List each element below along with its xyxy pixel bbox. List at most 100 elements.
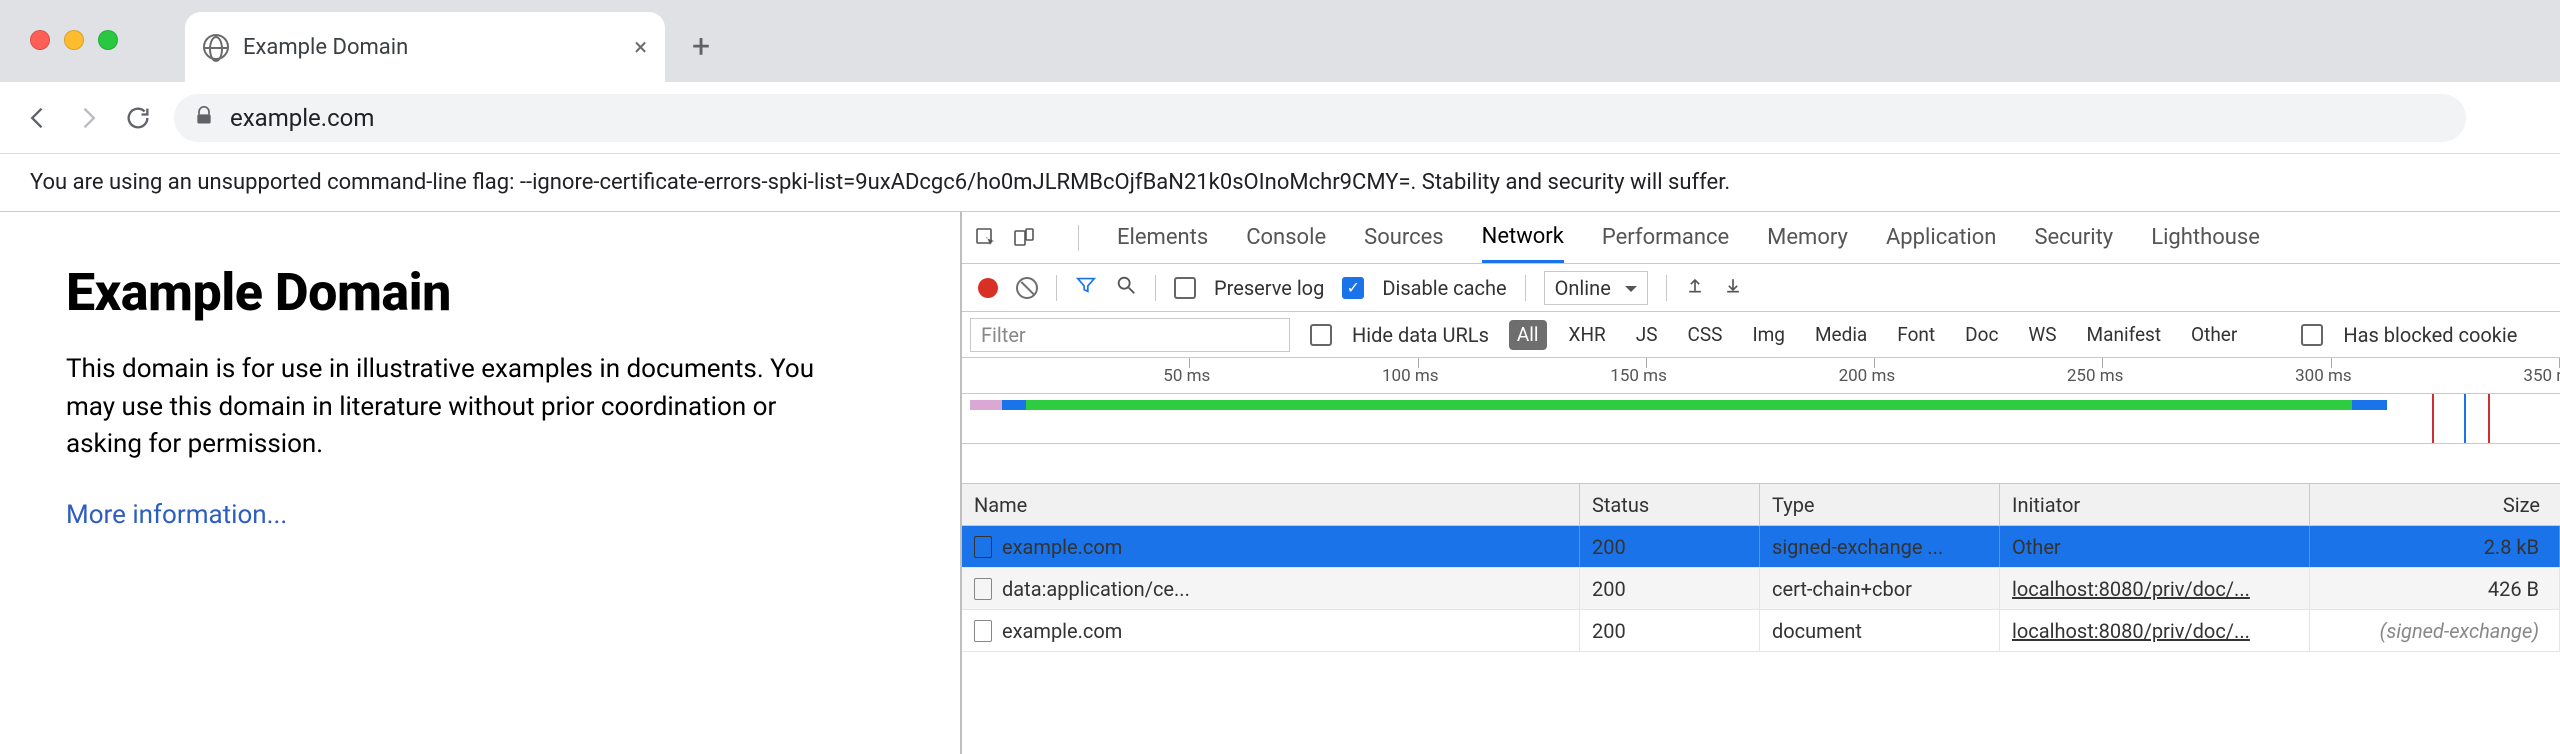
throttling-value: Online: [1555, 276, 1611, 300]
filter-icon[interactable]: [1075, 274, 1097, 301]
divider: [1525, 275, 1526, 301]
clear-button[interactable]: [1016, 277, 1038, 299]
tab-strip: Example Domain × +: [0, 0, 2560, 82]
hide-data-urls-label: Hide data URLs: [1352, 323, 1489, 347]
filter-type-other[interactable]: Other: [2183, 320, 2245, 350]
timeline-tick: 100 ms: [1190, 358, 1418, 393]
request-row[interactable]: data:application/ce...200cert-chain+cbor…: [962, 568, 2560, 610]
filter-placeholder: Filter: [981, 323, 1026, 347]
cell-initiator: localhost:8080/priv/doc/...: [2000, 610, 2310, 651]
import-har-icon[interactable]: [1685, 275, 1705, 300]
filter-type-manifest[interactable]: Manifest: [2079, 320, 2170, 350]
devtools-tab-lighthouse[interactable]: Lighthouse: [2151, 212, 2260, 263]
inspect-element-icon[interactable]: [972, 224, 1000, 252]
column-type[interactable]: Type: [1760, 484, 2000, 525]
filter-type-all[interactable]: All: [1509, 320, 1547, 350]
maximize-window-button[interactable]: [98, 30, 118, 50]
search-icon[interactable]: [1115, 274, 1137, 301]
timeline-tick: 150 ms: [1419, 358, 1647, 393]
disable-cache-checkbox[interactable]: [1342, 277, 1364, 299]
warning-text: You are using an unsupported command-lin…: [30, 170, 1730, 195]
devtools-tab-application[interactable]: Application: [1886, 212, 1996, 263]
divider: [1155, 275, 1156, 301]
cell-initiator: Other: [2000, 526, 2310, 567]
network-toolbar: Preserve log Disable cache Online: [962, 264, 2560, 312]
cell-size: 426 B: [2310, 568, 2560, 609]
timeline-tick: 200 ms: [1647, 358, 1875, 393]
devtools-tab-network[interactable]: Network: [1482, 212, 1564, 263]
filter-type-ws[interactable]: WS: [2020, 320, 2064, 350]
devtools-tabs: Elements Console Sources Network Performance…: [962, 212, 2560, 264]
chevron-down-icon: [1625, 276, 1637, 300]
throttling-select[interactable]: Online: [1544, 271, 1648, 305]
blocked-cookies-label: Has blocked cookie: [2343, 323, 2517, 347]
disable-cache-label: Disable cache: [1382, 276, 1506, 300]
globe-icon: [203, 34, 229, 60]
filter-type-media[interactable]: Media: [1807, 320, 1875, 350]
devtools-tab-elements[interactable]: Elements: [1117, 212, 1208, 263]
cell-status: 200: [1580, 568, 1760, 609]
column-status[interactable]: Status: [1580, 484, 1760, 525]
request-row[interactable]: example.com200signed-exchange ...Other2.…: [962, 526, 2560, 568]
cell-size: 2.8 kB: [2310, 526, 2560, 567]
filter-type-js[interactable]: JS: [1628, 320, 1666, 350]
timeline-tick: 350 ms: [2332, 358, 2560, 393]
column-size[interactable]: Size: [2310, 484, 2560, 525]
timeline-overview[interactable]: [962, 394, 2560, 444]
column-name[interactable]: Name: [962, 484, 1580, 525]
preserve-log-checkbox[interactable]: [1174, 277, 1196, 299]
cell-initiator: localhost:8080/priv/doc/...: [2000, 568, 2310, 609]
cell-name: example.com: [962, 610, 1580, 651]
url-text: example.com: [230, 104, 374, 132]
cell-type: cert-chain+cbor: [1760, 568, 2000, 609]
cell-status: 200: [1580, 610, 1760, 651]
address-bar[interactable]: example.com: [174, 94, 2466, 142]
filter-type-css[interactable]: CSS: [1680, 320, 1731, 350]
tab-close-icon[interactable]: ×: [634, 33, 647, 61]
divider: [1078, 225, 1079, 251]
cell-type: signed-exchange ...: [1760, 526, 2000, 567]
record-button[interactable]: [978, 278, 998, 298]
page-title: Example Domain: [66, 262, 894, 323]
filter-input[interactable]: Filter: [970, 318, 1290, 352]
reload-button[interactable]: [124, 104, 152, 132]
more-info-link[interactable]: More information...: [66, 500, 287, 530]
devtools-tab-performance[interactable]: Performance: [1602, 212, 1729, 263]
back-button[interactable]: [24, 104, 52, 132]
tab-title: Example Domain: [243, 35, 620, 60]
timeline-tick: 50 ms: [962, 358, 1190, 393]
timeline-tick: 250 ms: [1875, 358, 2103, 393]
browser-tab[interactable]: Example Domain ×: [185, 12, 665, 82]
forward-button[interactable]: [74, 104, 102, 132]
hide-data-urls-checkbox[interactable]: [1310, 324, 1332, 346]
close-window-button[interactable]: [30, 30, 50, 50]
request-row[interactable]: example.com200documentlocalhost:8080/pri…: [962, 610, 2560, 652]
lock-icon: [194, 106, 214, 130]
cell-status: 200: [1580, 526, 1760, 567]
devtools-panel: Elements Console Sources Network Performance…: [960, 212, 2560, 754]
devtools-tab-security[interactable]: Security: [2034, 212, 2113, 263]
blocked-cookies-checkbox[interactable]: [2301, 324, 2323, 346]
devtools-tab-console[interactable]: Console: [1246, 212, 1326, 263]
cell-name: example.com: [962, 526, 1580, 567]
cell-size: (signed-exchange): [2310, 610, 2560, 651]
filter-type-img[interactable]: Img: [1744, 320, 1793, 350]
filter-type-doc[interactable]: Doc: [1957, 320, 2006, 350]
browser-toolbar: example.com: [0, 82, 2560, 154]
device-toolbar-icon[interactable]: [1010, 224, 1038, 252]
warning-infobar: You are using an unsupported command-lin…: [0, 154, 2560, 212]
devtools-tab-sources[interactable]: Sources: [1364, 212, 1444, 263]
timeline-ruler[interactable]: 50 ms100 ms150 ms200 ms250 ms300 ms350 m…: [962, 358, 2560, 394]
filter-type-xhr[interactable]: XHR: [1561, 320, 1614, 350]
column-initiator[interactable]: Initiator: [2000, 484, 2310, 525]
cell-name: data:application/ce...: [962, 568, 1580, 609]
devtools-tab-memory[interactable]: Memory: [1767, 212, 1848, 263]
timeline-spacer: [962, 444, 2560, 484]
page-content: Example Domain This domain is for use in…: [0, 212, 960, 754]
new-tab-button[interactable]: +: [692, 30, 710, 62]
content-split: Example Domain This domain is for use in…: [0, 212, 2560, 754]
minimize-window-button[interactable]: [64, 30, 84, 50]
export-har-icon[interactable]: [1723, 275, 1743, 300]
filter-type-font[interactable]: Font: [1889, 320, 1943, 350]
preserve-log-label: Preserve log: [1214, 276, 1324, 300]
